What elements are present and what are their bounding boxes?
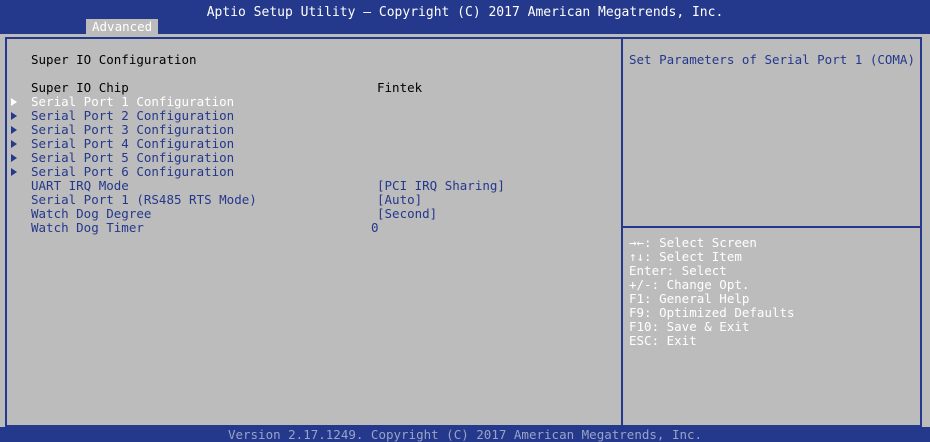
menu-serial-port-4[interactable]: Serial Port 4 Configuration [11, 136, 235, 151]
key-general-help: F1: General Help [629, 291, 750, 306]
key-esc-exit: ESC: Exit [629, 333, 697, 348]
help-text: Set Parameters of Serial Port 1 (COMA) [629, 52, 915, 67]
option-label: Watch Dog Degree [31, 206, 152, 221]
option-value[interactable]: 0 [371, 221, 379, 235]
app-title: Aptio Setup Utility – Copyright (C) 2017… [206, 5, 724, 20]
option-value[interactable]: [Second] [377, 207, 437, 221]
arrow-right-icon [11, 140, 17, 148]
super-io-chip-label: Super IO Chip [31, 80, 129, 95]
menu-item-label: Serial Port 5 Configuration [31, 150, 235, 165]
menu-serial-port-2[interactable]: Serial Port 2 Configuration [11, 108, 235, 123]
menu-serial-port-5[interactable]: Serial Port 5 Configuration [11, 150, 235, 165]
menu-serial-port-6[interactable]: Serial Port 6 Configuration [11, 164, 235, 179]
menu-item-label: Serial Port 3 Configuration [31, 122, 235, 137]
menu-item-label: Serial Port 6 Configuration [31, 164, 235, 179]
main-frame: Super IO Configuration Super IO Chip Fin… [5, 37, 922, 427]
menu-item-label: Serial Port 1 Configuration [31, 94, 235, 109]
option-value[interactable]: [Auto] [377, 193, 422, 207]
tab-advanced[interactable]: Advanced [86, 19, 159, 34]
option-rs485-rts-mode[interactable]: Serial Port 1 (RS485 RTS Mode) [Auto] [31, 193, 591, 207]
arrow-right-icon [11, 126, 17, 134]
menu-item-label: Serial Port 2 Configuration [31, 108, 235, 123]
menu-serial-port-3[interactable]: Serial Port 3 Configuration [11, 122, 235, 137]
option-watch-dog-timer[interactable]: Watch Dog Timer 0 [31, 221, 591, 235]
option-watch-dog-degree[interactable]: Watch Dog Degree [Second] [31, 207, 591, 221]
key-legend: →←: Select Screen ↑↓: Select Item Enter:… [629, 236, 795, 348]
title-bar: Aptio Setup Utility – Copyright (C) 2017… [0, 0, 930, 34]
key-optimized-defaults: F9: Optimized Defaults [629, 305, 795, 320]
arrow-right-icon [11, 112, 17, 120]
option-label: Watch Dog Timer [31, 220, 144, 235]
option-uart-irq-mode[interactable]: UART IRQ Mode [PCI IRQ Sharing] [31, 179, 591, 193]
key-select-screen: →←: Select Screen [629, 235, 757, 250]
key-select-item: ↑↓: Select Item [629, 249, 742, 264]
arrow-right-icon [11, 154, 17, 162]
help-divider [623, 226, 920, 228]
page-title: Super IO Configuration [31, 52, 197, 67]
option-value[interactable]: [PCI IRQ Sharing] [377, 179, 505, 193]
vertical-divider [621, 39, 623, 425]
key-enter-select: Enter: Select [629, 263, 727, 278]
option-label: Serial Port 1 (RS485 RTS Mode) [31, 192, 257, 207]
super-io-chip-row: Super IO Chip Fintek [31, 81, 591, 95]
arrow-right-icon [11, 98, 17, 106]
option-label: UART IRQ Mode [31, 178, 129, 193]
menu-item-label: Serial Port 4 Configuration [31, 136, 235, 151]
key-change-opt: +/-: Change Opt. [629, 277, 750, 292]
key-save-exit: F10: Save & Exit [629, 319, 750, 334]
menu-serial-port-1[interactable]: Serial Port 1 Configuration [11, 94, 235, 109]
arrow-right-icon [11, 168, 17, 176]
version-footer: Version 2.17.1249. Copyright (C) 2017 Am… [0, 427, 930, 442]
super-io-chip-value: Fintek [377, 80, 423, 95]
